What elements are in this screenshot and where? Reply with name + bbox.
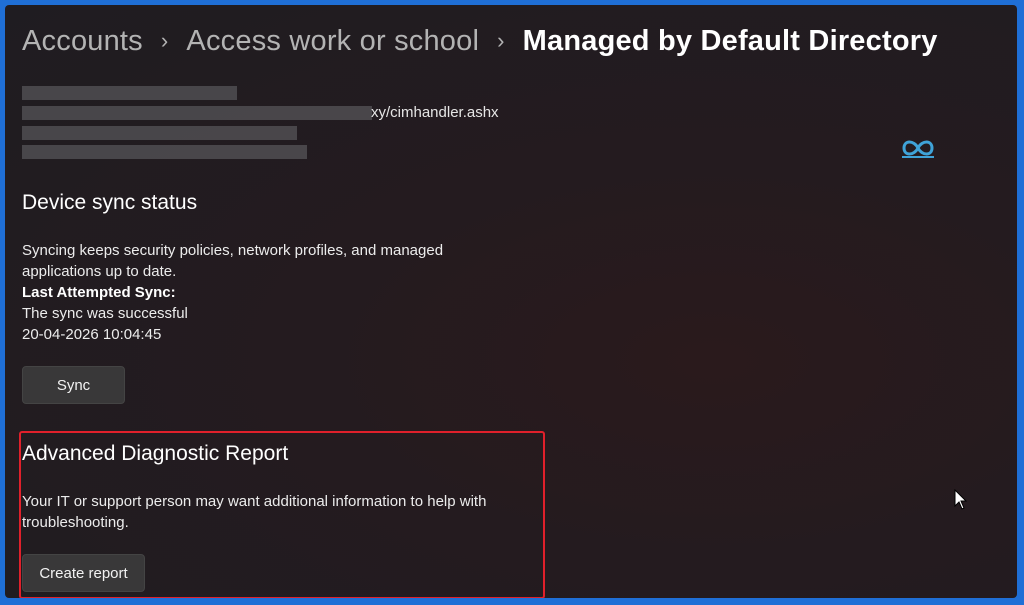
sync-button[interactable]: Sync [22,366,125,404]
diagnostic-description-line: troubleshooting. [22,514,129,531]
settings-window: Accounts › Access work or school › Manag… [5,5,1017,598]
device-sync-heading: Device sync status [22,191,198,214]
diagnostic-description-line: Your IT or support person may want addit… [22,493,487,510]
sync-status-text: The sync was successful [22,305,188,322]
breadcrumb-separator: › [497,28,505,53]
create-report-button[interactable]: Create report [22,554,145,592]
mouse-pointer-icon [954,488,968,516]
breadcrumb-access-work-or-school[interactable]: Access work or school [186,25,479,58]
breadcrumb-accounts[interactable]: Accounts [22,25,143,58]
htmd-logo-icon [900,136,936,165]
breadcrumb-current-page: Managed by Default Directory [522,24,938,57]
sync-description-line: Syncing keeps security policies, network… [22,242,444,259]
sync-description-line: applications up to date. [22,263,177,280]
breadcrumb: Accounts › Access work or school › Manag… [22,19,938,63]
breadcrumb-separator: › [160,28,169,53]
diagnostic-description: Your IT or support person may want addit… [22,491,486,533]
mdm-server-url: xy/cimhandler.ashx [371,104,499,121]
advanced-diagnostic-heading: Advanced Diagnostic Report [22,442,289,465]
sync-description: Syncing keeps security policies, network… [22,240,443,345]
last-sync-label: Last Attempted Sync: [22,284,176,301]
sync-timestamp: 20-04-2026 10:04:45 [22,326,162,343]
